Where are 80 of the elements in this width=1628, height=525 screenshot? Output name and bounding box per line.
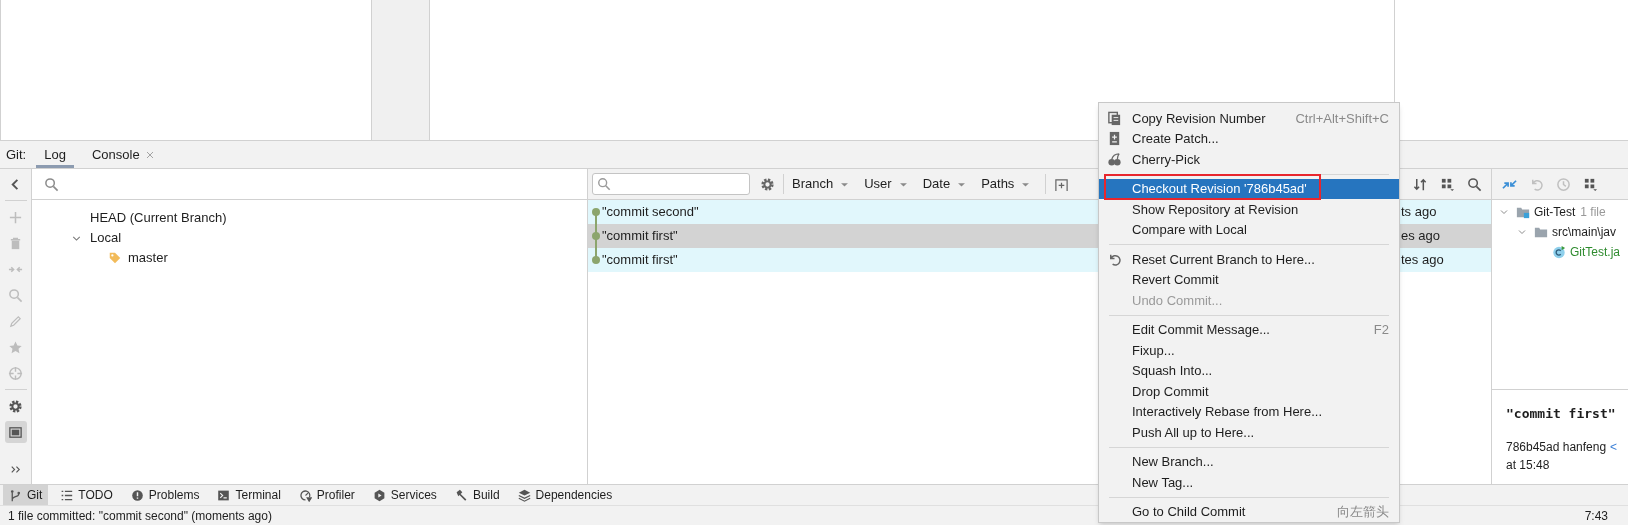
menu-item[interactable]: New Branch... xyxy=(1099,451,1399,472)
settings-icon[interactable] xyxy=(760,176,775,192)
sort-icon[interactable] xyxy=(1413,176,1428,192)
list-icon xyxy=(60,488,74,502)
tool-window-button[interactable]: Dependencies xyxy=(511,485,619,505)
search-field[interactable] xyxy=(592,173,750,195)
file-count: 1 file xyxy=(1580,204,1606,221)
add-tab-icon[interactable] xyxy=(1054,176,1070,192)
commit-author: 786b45ad hanfeng xyxy=(1506,438,1607,456)
copy-icon xyxy=(1107,110,1122,126)
commit-time: ts ago xyxy=(1400,203,1438,222)
tool-window-button[interactable]: TODO xyxy=(54,485,119,505)
commit-time: es ago xyxy=(1400,227,1442,246)
tree-item[interactable]: Local xyxy=(90,228,122,248)
status-message: 1 file committed: "commit second" (moments ago) xyxy=(8,507,272,525)
file-name[interactable]: GitTest.ja xyxy=(1570,243,1620,261)
search-icon xyxy=(8,287,23,303)
search-icon xyxy=(597,177,611,191)
document-icon xyxy=(1107,131,1122,147)
filter-dropdown[interactable]: Branch xyxy=(788,174,855,194)
filter-dropdown[interactable]: Paths xyxy=(977,174,1036,194)
commit-subject: "commit first" xyxy=(1506,405,1617,423)
class-icon xyxy=(1552,245,1566,259)
grid-icon[interactable] xyxy=(1583,176,1598,192)
pencil-icon xyxy=(8,313,23,329)
menu-item[interactable]: Edit Commit Message... F2 xyxy=(1099,319,1399,340)
settings-icon xyxy=(8,398,23,414)
search-icon xyxy=(44,176,59,192)
folder-name[interactable]: src\main\jav xyxy=(1552,223,1616,241)
tool-window-button[interactable]: Problems xyxy=(124,485,206,505)
tool-window-button[interactable]: Build xyxy=(448,485,506,505)
layers-icon xyxy=(517,488,531,502)
terminal-icon xyxy=(217,488,231,502)
filter-dropdown[interactable]: Date xyxy=(918,174,972,194)
menu-item[interactable]: Checkout Revision '786b45ad' xyxy=(1099,178,1399,199)
star-icon xyxy=(8,339,23,355)
tab[interactable]: Console xyxy=(83,141,164,168)
tool-window-button[interactable]: Git xyxy=(3,485,49,505)
branch-icon xyxy=(9,488,22,502)
menu-item[interactable]: Copy Revision Number Ctrl+Alt+Shift+C xyxy=(1099,108,1399,129)
menu-item[interactable]: Show Repository at Revision xyxy=(1099,199,1399,220)
tool-window-button[interactable]: Terminal xyxy=(211,485,287,505)
commit-message: "commit second" xyxy=(602,203,699,222)
menu-item[interactable]: Fixup... xyxy=(1099,340,1399,361)
plus-icon xyxy=(8,209,23,225)
hammer-icon xyxy=(454,488,468,502)
toolbar-button[interactable] xyxy=(4,421,27,443)
commit-time: tes ago xyxy=(1400,251,1445,270)
tool-window-button[interactable]: Services xyxy=(366,485,443,505)
search-icon[interactable] xyxy=(1467,176,1482,192)
menu-item[interactable]: Revert Commit xyxy=(1099,269,1399,290)
cherry-icon xyxy=(1107,151,1122,167)
filter-dropdown[interactable]: User xyxy=(860,174,913,194)
hexagon-icon xyxy=(372,488,386,502)
gauge-icon xyxy=(298,488,312,502)
menu-item[interactable]: Go to Child Commit 向左箭头 xyxy=(1099,501,1399,522)
folder-name[interactable]: Git-Test xyxy=(1534,203,1576,221)
menu-item[interactable]: New Tag... xyxy=(1099,472,1399,493)
grid-icon[interactable] xyxy=(1440,176,1455,192)
menu-item[interactable]: Create Patch... xyxy=(1099,128,1399,149)
menu-item[interactable]: Cherry-Pick xyxy=(1099,149,1399,170)
menu-item[interactable]: Push All up to Here... xyxy=(1099,422,1399,443)
tag-icon xyxy=(108,251,122,265)
crosshair-icon xyxy=(8,365,23,381)
menu-item[interactable]: Squash Into... xyxy=(1099,360,1399,381)
menu-item[interactable]: Interactively Rebase from Here... xyxy=(1099,401,1399,422)
status-time[interactable]: 7:43 xyxy=(1584,506,1608,525)
commit-message: "commit first" xyxy=(602,251,678,270)
author-email[interactable]: < xyxy=(1610,437,1618,456)
tool-window-title: Git: xyxy=(6,145,27,164)
commit-date: at 15:48 xyxy=(1506,456,1551,474)
tree-item[interactable]: HEAD (Current Branch) xyxy=(90,208,227,228)
trash-icon xyxy=(8,235,23,251)
tool-window-button[interactable]: Profiler xyxy=(292,485,361,505)
menu-item[interactable]: Reset Current Branch to Here... xyxy=(1099,249,1399,270)
exclamation-icon xyxy=(130,488,144,502)
commit-message: "commit first" xyxy=(602,227,678,246)
menu-item[interactable]: Drop Commit xyxy=(1099,381,1399,402)
branch-name[interactable]: master xyxy=(128,248,168,268)
clock-icon[interactable] xyxy=(1556,176,1571,192)
